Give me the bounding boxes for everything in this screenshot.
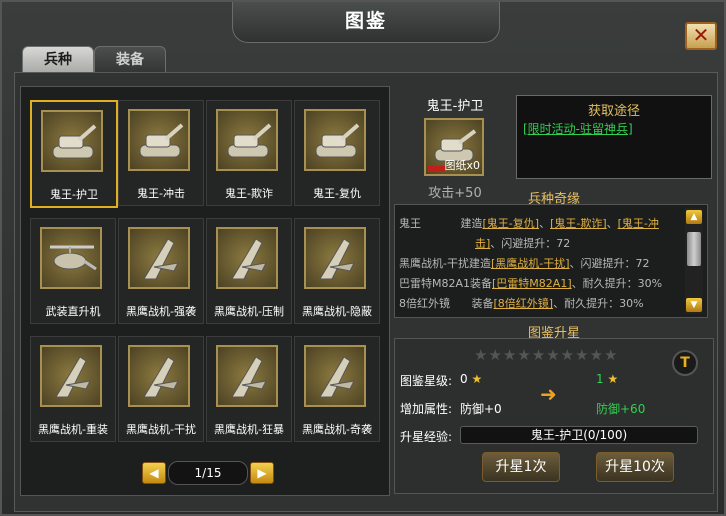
obtain-panel: 获取途径 [限时活动-驻留神兵] [516,95,712,179]
unit-thumb [304,109,366,171]
unit-thumb [216,345,278,407]
tab-equipment[interactable]: 装备 [94,46,166,73]
unit-label: 黑鹰战机-重装 [38,423,108,436]
unit-label: 鬼王-护卫 [50,188,98,201]
unit-thumb [40,345,102,407]
blueprint-count: 图纸x0 [444,159,480,172]
jet-icon [143,238,179,280]
title-bar: 图鉴 [232,2,500,43]
obtain-link[interactable]: [限时活动-驻留神兵] [523,120,633,137]
unit-label: 黑鹰战机-强袭 [126,305,196,318]
fate-line: 鬼王 建造[鬼王-复仇]、[鬼王-欺诈]、[鬼王-冲 [399,217,659,230]
hammer-icon[interactable]: T [672,350,698,376]
next-page-button[interactable]: ▶ [250,462,274,484]
scroll-down-icon[interactable]: ▼ [686,298,702,312]
selected-unit-name: 鬼王-护卫 [426,99,484,114]
unit-thumb [128,109,190,171]
unit-thumb [128,345,190,407]
upgrade-once-button[interactable]: 升星1次 [482,452,560,482]
jet-icon [319,356,355,398]
helicopter-icon [50,245,97,271]
attr-from: 防御+0 [460,402,502,416]
unit-card[interactable]: 黑鹰战机-隐蔽 [294,218,380,324]
unit-label: 黑鹰战机-狂暴 [214,423,284,436]
unit-card[interactable]: 鬼王-欺诈 [206,100,292,206]
jet-icon [55,356,91,398]
unit-label: 鬼王-欺诈 [225,187,273,200]
fate-scrollbar[interactable]: ▲ ▼ [685,208,703,314]
unit-thumb [128,227,190,289]
close-button[interactable]: ✕ [685,22,717,50]
upgrade-ten-button[interactable]: 升星10次 [596,452,674,482]
star-rating: ★★★★★★★★★★ [474,346,619,364]
tank-icon [139,123,184,158]
fate-line: 8倍红外镜 装备[8倍红外镜]、耐久提升：30% [399,297,644,310]
star-icon: ★ [607,372,619,386]
jet-icon [231,238,267,280]
page-indicator: 1/15 [168,461,248,485]
blueprint-bar [428,166,446,172]
exp-progress: 鬼王-护卫(0/100) [460,426,698,444]
unit-card[interactable]: 鬼王-冲击 [118,100,204,206]
jet-icon [143,356,179,398]
obtain-title: 获取途径 [587,104,640,119]
unit-label: 黑鹰战机-干扰 [126,423,196,436]
unit-label: 黑鹰战机-隐蔽 [302,305,372,318]
jet-icon [319,238,355,280]
scroll-thumb[interactable] [687,232,701,266]
tab-units[interactable]: 兵种 [22,46,94,73]
attr-label: 增加属性: [400,402,453,416]
star-to: 1 ★ [596,372,619,386]
unit-thumb [40,227,102,289]
fate-line: 黑鹰战机-干扰建造[黑鹰战机-干扰]、闪避提升：72 [399,257,650,270]
unit-label: 黑鹰战机-奇袭 [302,423,372,436]
star-level-label: 图鉴星级: [400,374,453,388]
unit-card[interactable]: 黑鹰战机-干扰 [118,336,204,442]
unit-card[interactable]: 黑鹰战机-奇袭 [294,336,380,442]
unit-card[interactable]: 鬼王-护卫 [30,100,118,208]
fate-line: 击]、闪避提升：72 [475,237,571,250]
unit-card[interactable]: 鬼王-复仇 [294,100,380,206]
unit-card[interactable]: 黑鹰战机-重装 [30,336,116,442]
prev-page-button[interactable]: ◀ [142,462,166,484]
unit-card[interactable]: 黑鹰战机-压制 [206,218,292,324]
selected-unit-thumb: 图纸x0 [424,118,484,176]
arrow-right-icon: ➜ [540,382,557,406]
codex-window: 图鉴 ✕ 兵种 装备 鬼王-护卫 鬼王-冲击 鬼王-欺诈 鬼王-复仇 武装直升机 黑鹰战机… [0,0,726,516]
jet-icon [231,356,267,398]
attr-to: 防御+60 [596,402,646,416]
window-title: 图鉴 [344,10,387,32]
unit-thumb [216,109,278,171]
tank-icon [315,123,360,158]
unit-label: 黑鹰战机-压制 [214,305,284,318]
fate-list: 鬼王 建造[鬼王-复仇]、[鬼王-欺诈]、[鬼王-冲 击]、闪避提升：72 黑鹰… [394,204,708,318]
scroll-up-icon[interactable]: ▲ [686,210,702,224]
unit-card[interactable]: 黑鹰战机-强袭 [118,218,204,324]
fate-line: 巴雷特M82A1装备[巴雷特M82A1]、耐久提升：30% [399,277,663,290]
tank-icon [52,124,97,159]
unit-card[interactable]: 武装直升机 [30,218,116,324]
star-from: 0 ★ [460,372,483,386]
unit-label: 武装直升机 [45,305,101,318]
unit-label: 鬼王-复仇 [313,187,361,200]
exp-label: 升星经验: [400,430,453,444]
unit-thumb [41,110,103,172]
unit-card[interactable]: 黑鹰战机-狂暴 [206,336,292,442]
unit-label: 鬼王-冲击 [137,187,185,200]
unit-thumb [304,345,366,407]
tank-icon [227,123,272,158]
unit-thumb [216,227,278,289]
unit-thumb [304,227,366,289]
star-icon: ★ [471,372,483,386]
